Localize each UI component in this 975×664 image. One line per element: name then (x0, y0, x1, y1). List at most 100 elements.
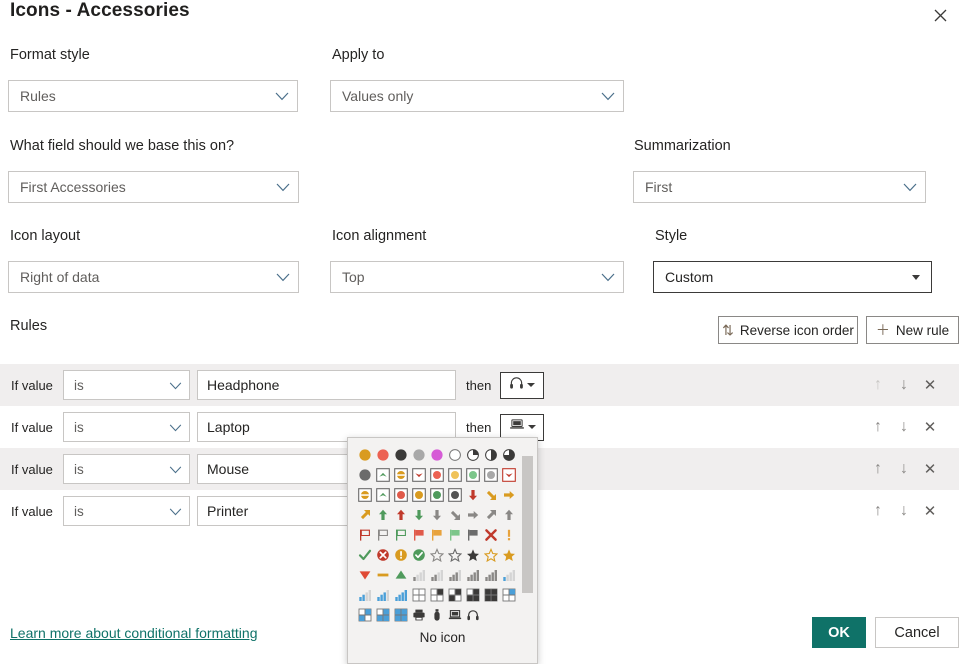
icon-picker-scrollbar[interactable] (522, 445, 533, 623)
rule-icon-dropdown[interactable] (500, 372, 544, 399)
headphone-icon[interactable] (464, 605, 482, 625)
laptop-icon[interactable] (446, 605, 464, 625)
box-red-circle2-icon[interactable] (392, 485, 410, 505)
flag-gray-icon[interactable] (464, 525, 482, 545)
rule-operator-dropdown[interactable]: is (63, 370, 190, 400)
flag-outline-green-icon[interactable] (392, 525, 410, 545)
exclamation-orange-icon[interactable] (500, 525, 518, 545)
bars-5-icon[interactable] (482, 565, 500, 585)
quadrant-blue-4-icon[interactable] (392, 605, 410, 625)
box-orange-dash-icon[interactable] (392, 465, 410, 485)
box-yellow-circle-icon[interactable] (446, 465, 464, 485)
rule-operator-dropdown[interactable]: is (63, 496, 190, 526)
bars-blue-3-icon[interactable] (374, 585, 392, 605)
flag-outline-gray-icon[interactable] (374, 525, 392, 545)
arrow-up-gray-icon[interactable] (500, 505, 518, 525)
delete-rule-button[interactable]: ✕ (923, 504, 937, 519)
no-icon-option[interactable]: No icon (348, 630, 537, 645)
arrow-downright-orange-icon[interactable] (482, 485, 500, 505)
star-full-icon[interactable] (500, 545, 518, 565)
check-green-icon[interactable] (356, 545, 374, 565)
delete-rule-button[interactable]: ✕ (923, 378, 937, 393)
star-empty-icon[interactable] (428, 545, 446, 565)
bars-blue-4-icon[interactable] (392, 585, 410, 605)
bars-blue-1-icon[interactable] (500, 565, 518, 585)
move-up-button[interactable]: ↑ (871, 461, 885, 477)
arrow-upright-gray-icon[interactable] (482, 505, 500, 525)
circle-darkgray-icon[interactable] (356, 465, 374, 485)
quadrant-1-icon[interactable] (428, 585, 446, 605)
quadrant-3-icon[interactable] (464, 585, 482, 605)
arrow-up-red-icon[interactable] (392, 505, 410, 525)
triangle-down-red-icon[interactable] (356, 565, 374, 585)
bars-2-icon[interactable] (428, 565, 446, 585)
style-dropdown[interactable]: Custom (653, 261, 932, 293)
rule-operator-dropdown[interactable]: is (63, 412, 190, 442)
format-style-dropdown[interactable]: Rules (8, 80, 298, 112)
flag-green-icon[interactable] (446, 525, 464, 545)
circle-gray-icon[interactable] (410, 445, 428, 465)
move-up-button[interactable]: ↑ (871, 503, 885, 519)
bars-1-icon[interactable] (410, 565, 428, 585)
triangle-up-green-icon[interactable] (392, 565, 410, 585)
cancel-button[interactable]: Cancel (875, 617, 959, 648)
arrow-down-green-icon[interactable] (410, 505, 428, 525)
circle-three-quarter-icon[interactable] (500, 445, 518, 465)
delete-rule-button[interactable]: ✕ (923, 462, 937, 477)
quadrant-4-icon[interactable] (482, 585, 500, 605)
move-up-button[interactable]: ↑ (871, 377, 885, 393)
arrow-down-red-icon[interactable] (464, 485, 482, 505)
dash-orange-icon[interactable] (374, 565, 392, 585)
printer-icon[interactable] (410, 605, 428, 625)
box-green-circle2-icon[interactable] (428, 485, 446, 505)
quadrant-blue-2-icon[interactable] (356, 605, 374, 625)
quadrant-0-icon[interactable] (410, 585, 428, 605)
arrow-up-green-icon[interactable] (374, 505, 392, 525)
icon-layout-dropdown[interactable]: Right of data (8, 261, 299, 293)
delete-rule-button[interactable]: ✕ (923, 420, 937, 435)
flag-red-icon[interactable] (410, 525, 428, 545)
move-down-button[interactable]: ↓ (897, 503, 911, 519)
arrow-down-gray-icon[interactable] (428, 505, 446, 525)
quadrant-blue-1-icon[interactable] (500, 585, 518, 605)
scrollbar-thumb[interactable] (522, 456, 533, 593)
flag-outline-red-icon[interactable] (356, 525, 374, 545)
learn-more-link[interactable]: Learn more about conditional formatting (10, 625, 257, 641)
arrow-right-gray-icon[interactable] (464, 505, 482, 525)
arrow-upright-orange-icon[interactable] (356, 505, 374, 525)
close-icon[interactable] (927, 2, 953, 28)
check-circle-green-icon[interactable] (410, 545, 428, 565)
circle-magenta-icon[interactable] (428, 445, 446, 465)
circle-quarter-icon[interactable] (464, 445, 482, 465)
move-down-button[interactable]: ↓ (897, 377, 911, 393)
cross-red-icon[interactable] (482, 525, 500, 545)
move-down-button[interactable]: ↓ (897, 419, 911, 435)
arrow-right-orange-icon[interactable] (500, 485, 518, 505)
box-red-down-icon[interactable] (410, 465, 428, 485)
star-threequarter-icon[interactable] (482, 545, 500, 565)
quadrant-2-icon[interactable] (446, 585, 464, 605)
box-green-circle-icon[interactable] (464, 465, 482, 485)
arrow-downright-gray-icon[interactable] (446, 505, 464, 525)
box-orange-dash2-icon[interactable] (356, 485, 374, 505)
base-field-dropdown[interactable]: First Accessories (8, 171, 299, 203)
mouse-icon[interactable] (428, 605, 446, 625)
move-up-button[interactable]: ↑ (871, 419, 885, 435)
ok-button[interactable]: OK (812, 617, 866, 648)
cross-circle-red-icon[interactable] (374, 545, 392, 565)
new-rule-button[interactable]: ＋ New rule (866, 316, 959, 344)
summarization-dropdown[interactable]: First (633, 171, 926, 203)
box-dark-circle-icon[interactable] (446, 485, 464, 505)
rule-operator-dropdown[interactable]: is (63, 454, 190, 484)
circle-white-icon[interactable] (446, 445, 464, 465)
box-red-chevron-sel-icon[interactable] (500, 465, 518, 485)
icon-alignment-dropdown[interactable]: Top (330, 261, 624, 293)
bars-3-icon[interactable] (446, 565, 464, 585)
circle-red-icon[interactable] (374, 445, 392, 465)
reverse-icon-order-button[interactable]: ⇅ Reverse icon order (718, 316, 858, 344)
bars-blue-2-icon[interactable] (356, 585, 374, 605)
box-gray-circle-icon[interactable] (482, 465, 500, 485)
box-orange-circle-icon[interactable] (410, 485, 428, 505)
bars-4-icon[interactable] (464, 565, 482, 585)
rule-value-input[interactable]: Headphone (197, 370, 456, 400)
